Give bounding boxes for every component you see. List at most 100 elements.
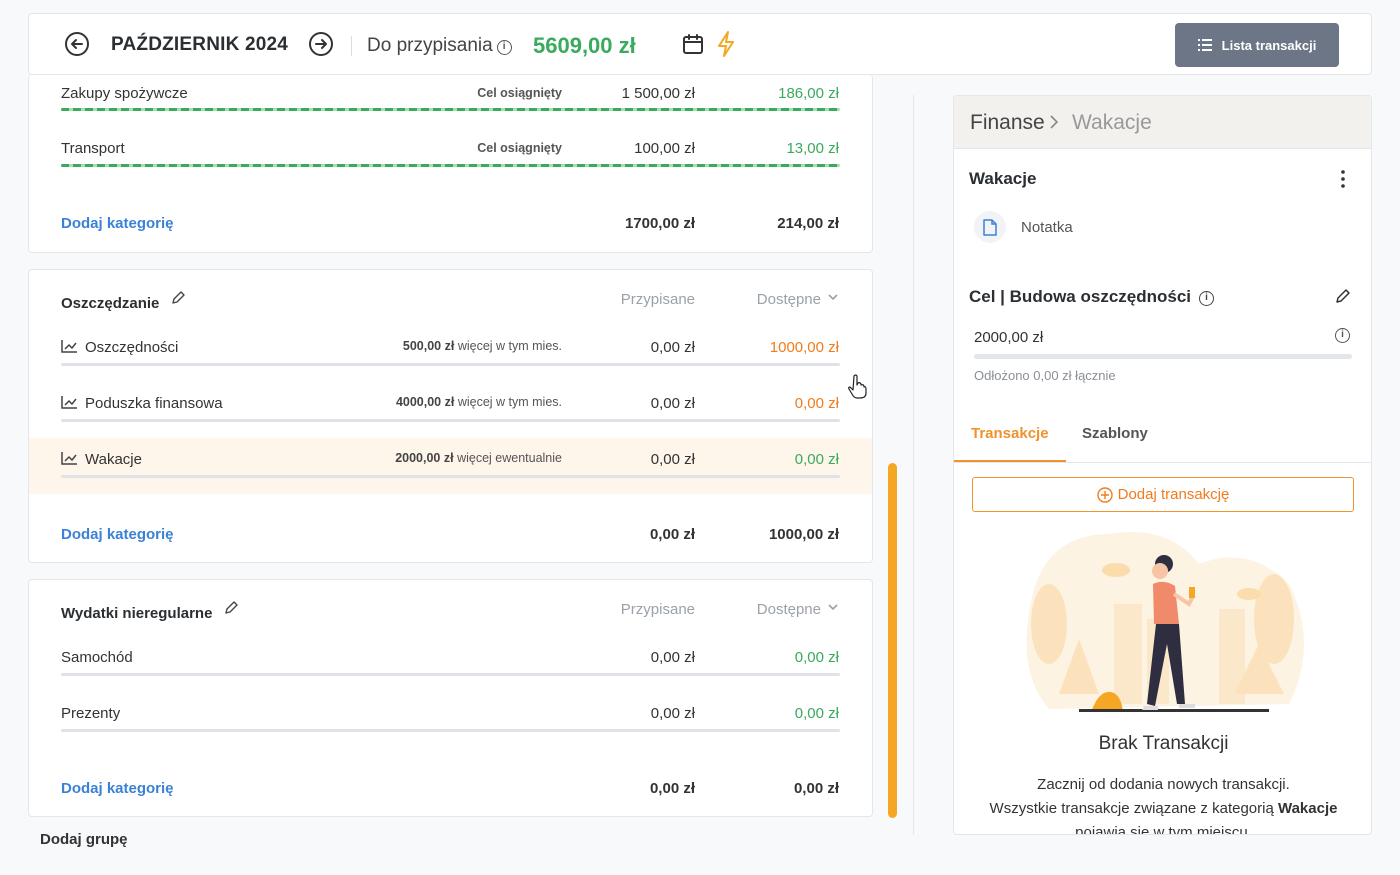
note-button[interactable] xyxy=(974,211,1006,243)
add-group-button[interactable]: Dodaj grupę xyxy=(40,831,128,848)
month-label: PAŹDZIERNIK 2024 xyxy=(111,34,289,55)
category-name: Prezenty xyxy=(61,705,121,722)
column-header-assigned: Przypisane xyxy=(620,601,695,618)
active-tab-indicator xyxy=(954,460,1066,462)
column-header-assigned: Przypisane xyxy=(620,291,695,308)
total-available: 214,00 zł xyxy=(777,215,839,232)
empty-state-line: pojawią się w tym miejscu. xyxy=(1075,824,1252,835)
category-row[interactable]: Poduszka finansowa 4000,00 zł więcej w t… xyxy=(29,381,872,437)
tab-templates[interactable]: Szablony xyxy=(1082,425,1148,442)
group-footer: Dodaj kategorię 0,00 zł 0,00 zł xyxy=(29,780,872,810)
tab-transactions[interactable]: Transakcje xyxy=(971,425,1049,442)
add-category-link[interactable]: Dodaj kategorię xyxy=(61,215,174,232)
top-bar: PAŹDZIERNIK 2024 Do przypisania i 5609,00… xyxy=(28,13,1372,75)
category-row-selected[interactable]: Wakacje 2000,00 zł więcej ewentualnie 0,… xyxy=(29,438,872,494)
assigned-amount[interactable]: 0,00 zł xyxy=(651,451,695,468)
empty-state-text-part: Wszystkie transakcje związane z kategori… xyxy=(989,800,1274,817)
assigned-amount[interactable]: 100,00 zł xyxy=(634,140,695,157)
breadcrumb-root[interactable]: Finanse xyxy=(970,111,1045,135)
goal-status: Cel osiągnięty xyxy=(477,86,562,100)
to-assign-label: Do przypisania i xyxy=(367,35,512,57)
empty-state-title: Brak Transakcji xyxy=(1098,733,1229,754)
pencil-icon[interactable] xyxy=(1334,287,1352,305)
pencil-icon[interactable] xyxy=(170,290,186,306)
trend-up-icon xyxy=(61,340,77,353)
to-assign-amount: 5609,00 zł xyxy=(533,33,636,58)
group-title: Oszczędzanie xyxy=(61,290,186,312)
available-amount[interactable]: 13,00 zł xyxy=(786,140,839,157)
chevron-down-icon xyxy=(828,294,838,301)
info-icon[interactable]: i xyxy=(1335,328,1350,343)
note-label[interactable]: Notatka xyxy=(1021,219,1073,236)
category-row[interactable]: Oszczędności 500,00 zł więcej w tym mies… xyxy=(29,325,872,381)
goal-text: więcej ewentualnie xyxy=(457,451,562,465)
category-name: Transport xyxy=(61,140,125,157)
category-details-panel: Finanse Wakacje Wakacje Notatka Cel | Bu… xyxy=(953,95,1372,835)
assigned-amount[interactable]: 1 500,00 zł xyxy=(622,85,695,102)
calendar-icon[interactable] xyxy=(681,32,705,56)
group-title: Wydatki nieregularne xyxy=(61,600,239,622)
category-row[interactable]: Transport Cel osiągnięty 100,00 zł 13,00… xyxy=(29,131,872,187)
assigned-amount[interactable]: 0,00 zł xyxy=(651,395,695,412)
column-header-available[interactable]: Dostępne xyxy=(757,291,839,308)
transaction-list-button[interactable]: Lista transakcji xyxy=(1175,23,1339,67)
empty-state-line: Zacznij od dodania nowych transakcji. xyxy=(1037,776,1290,793)
lightning-icon[interactable] xyxy=(715,30,737,58)
assigned-amount[interactable]: 0,00 zł xyxy=(651,705,695,722)
total-available: 0,00 zł xyxy=(793,780,839,797)
progress-bar xyxy=(61,673,840,676)
panel-divider xyxy=(913,95,914,835)
category-row[interactable]: Prezenty 0,00 zł 0,00 zł xyxy=(29,691,872,747)
progress-bar xyxy=(61,419,840,422)
empty-state-illustration xyxy=(1026,532,1304,712)
chevron-right-icon xyxy=(1050,115,1059,129)
column-header-available[interactable]: Dostępne xyxy=(757,601,839,618)
available-amount[interactable]: 1000,00 zł xyxy=(770,339,839,356)
scrollbar-thumb[interactable] xyxy=(888,463,897,818)
breadcrumb-current: Wakacje xyxy=(1072,111,1152,134)
progress-bar xyxy=(61,729,840,732)
group-footer: Dodaj kategorię 1700,00 zł 214,00 zł xyxy=(29,215,872,245)
info-icon[interactable]: i xyxy=(496,40,512,55)
next-month-button[interactable] xyxy=(309,32,333,56)
goal-saved-text: Odłożono 0,00 zł łącznie xyxy=(974,368,1116,383)
add-category-link[interactable]: Dodaj kategorię xyxy=(61,780,174,797)
tabs: Transakcje Szablony xyxy=(954,406,1371,463)
progress-bar xyxy=(61,475,840,478)
empty-state-text: Zacznij od dodania nowych transakcji. Ws… xyxy=(954,773,1371,835)
progress-bar xyxy=(61,164,840,167)
empty-state-category-name: Wakacje xyxy=(1277,800,1338,817)
plus-circle-icon xyxy=(1096,486,1113,503)
goal-amount: 500,00 zł xyxy=(402,339,455,353)
category-row[interactable]: Zakupy spożywcze Cel osiągnięty 1 500,00… xyxy=(29,75,872,131)
info-icon[interactable]: i xyxy=(1199,291,1215,306)
more-options-icon[interactable] xyxy=(1337,169,1349,189)
add-category-link[interactable]: Dodaj kategorię xyxy=(61,526,174,543)
assigned-amount[interactable]: 0,00 zł xyxy=(651,649,695,666)
previous-month-button[interactable] xyxy=(65,32,89,56)
progress-bar xyxy=(61,363,840,366)
category-row[interactable]: Samochód 0,00 zł 0,00 zł xyxy=(29,635,872,691)
arrow-left-icon xyxy=(71,39,83,49)
category-name-text: Wakacje xyxy=(85,451,142,468)
goal-text: więcej w tym mies. xyxy=(457,339,562,353)
available-amount[interactable]: 0,00 zł xyxy=(795,649,839,666)
available-amount[interactable]: 0,00 zł xyxy=(795,705,839,722)
total-assigned: 1700,00 zł xyxy=(624,215,695,232)
to-assign-text: Do przypisania xyxy=(367,35,493,56)
trend-up-icon xyxy=(61,396,77,409)
group-footer: Dodaj kategorię 0,00 zł 1000,00 zł xyxy=(29,526,872,556)
add-transaction-button[interactable]: Dodaj transakcję xyxy=(972,477,1354,512)
assigned-amount[interactable]: 0,00 zł xyxy=(651,339,695,356)
available-amount[interactable]: 186,00 zł xyxy=(778,85,839,102)
category-name-text: Oszczędności xyxy=(85,339,179,356)
available-amount[interactable]: 0,00 zł xyxy=(795,395,839,412)
available-amount[interactable]: 0,00 zł xyxy=(795,451,839,468)
category-name: Zakupy spożywcze xyxy=(61,85,188,102)
pencil-icon[interactable] xyxy=(223,600,239,616)
group-title-text: Oszczędzanie xyxy=(61,295,160,312)
goal-amount: 4000,00 zł xyxy=(395,395,455,409)
goal-info: 4000,00 zł więcej w tym mies. xyxy=(396,395,562,409)
column-header-available-text: Dostępne xyxy=(756,601,821,618)
goal-amount: 2000,00 zł xyxy=(974,329,1044,346)
